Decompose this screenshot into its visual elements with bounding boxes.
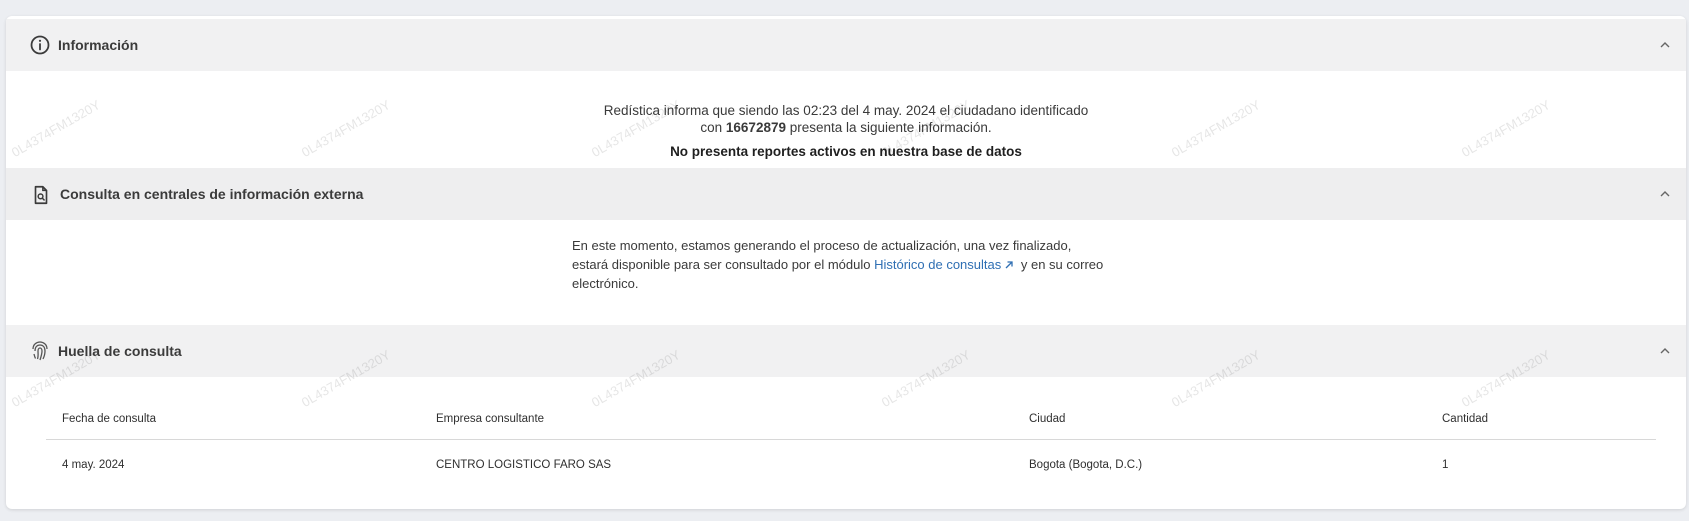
table-row: 4 may. 2024 CENTRO LOGISTICO FARO SAS Bo… [46, 455, 1656, 475]
info-line2-prefix: con [700, 120, 726, 135]
cell-ciudad: Bogota (Bogota, D.C.) [1029, 459, 1143, 471]
report-card: Información Redística informa que siendo… [6, 16, 1686, 509]
central-text-line3: electrónico. [572, 276, 639, 291]
document-search-icon [34, 185, 48, 205]
cell-cantidad: 1 [1442, 459, 1449, 471]
citizen-id-number: 16672879 [725, 120, 786, 135]
info-section-header[interactable]: Información [6, 19, 1686, 71]
central-text-line2: estará disponible para ser consultado po… [572, 255, 1132, 274]
chevron-up-icon[interactable] [1658, 187, 1672, 201]
central-section-title: Consulta en centrales de información ext… [60, 186, 364, 202]
column-header-empresa: Empresa consultante [436, 413, 545, 425]
info-section-title: Información [58, 37, 139, 53]
report-status-text: No presenta reportes activos en nuestra … [670, 144, 1022, 159]
info-statement-line1: Redística informa que siendo las 02:23 d… [603, 103, 1089, 118]
historico-consultas-link-label: Histórico de consultas [874, 257, 1002, 272]
info-section-body: Redística informa que siendo las 02:23 d… [6, 71, 1686, 168]
fingerprint-icon [32, 341, 48, 361]
chevron-up-icon[interactable] [1658, 38, 1672, 52]
central-text-line2-suffix: y en su correo [1017, 257, 1104, 272]
central-text-line1: En este momento, estamos generando el pr… [572, 238, 1072, 253]
column-header-fecha: Fecha de consulta [62, 413, 156, 425]
historico-consultas-link[interactable]: Histórico de consultas [874, 257, 1017, 272]
chevron-up-icon[interactable] [1658, 344, 1672, 358]
central-section-header[interactable]: Consulta en centrales de información ext… [6, 168, 1686, 220]
table-header-row: Fecha de consulta Empresa consultante Ci… [46, 399, 1656, 440]
info-statement-line2: con 16672879 presenta la siguiente infor… [6, 120, 1686, 135]
cell-empresa: CENTRO LOGISTICO FARO SAS [436, 459, 612, 471]
central-text-line2-prefix: estará disponible para ser consultado po… [572, 257, 875, 272]
column-header-cantidad: Cantidad [1442, 413, 1489, 425]
central-section-body: En este momento, estamos generando el pr… [572, 236, 1132, 293]
info-icon [30, 35, 50, 55]
external-link-icon [1005, 261, 1013, 269]
huella-section-header[interactable]: Huella de consulta [6, 325, 1686, 377]
huella-section-title: Huella de consulta [58, 343, 182, 359]
info-line2-suffix: presenta la siguiente información. [785, 120, 992, 135]
cell-fecha: 4 may. 2024 [62, 459, 125, 471]
column-header-ciudad: Ciudad [1029, 413, 1066, 425]
